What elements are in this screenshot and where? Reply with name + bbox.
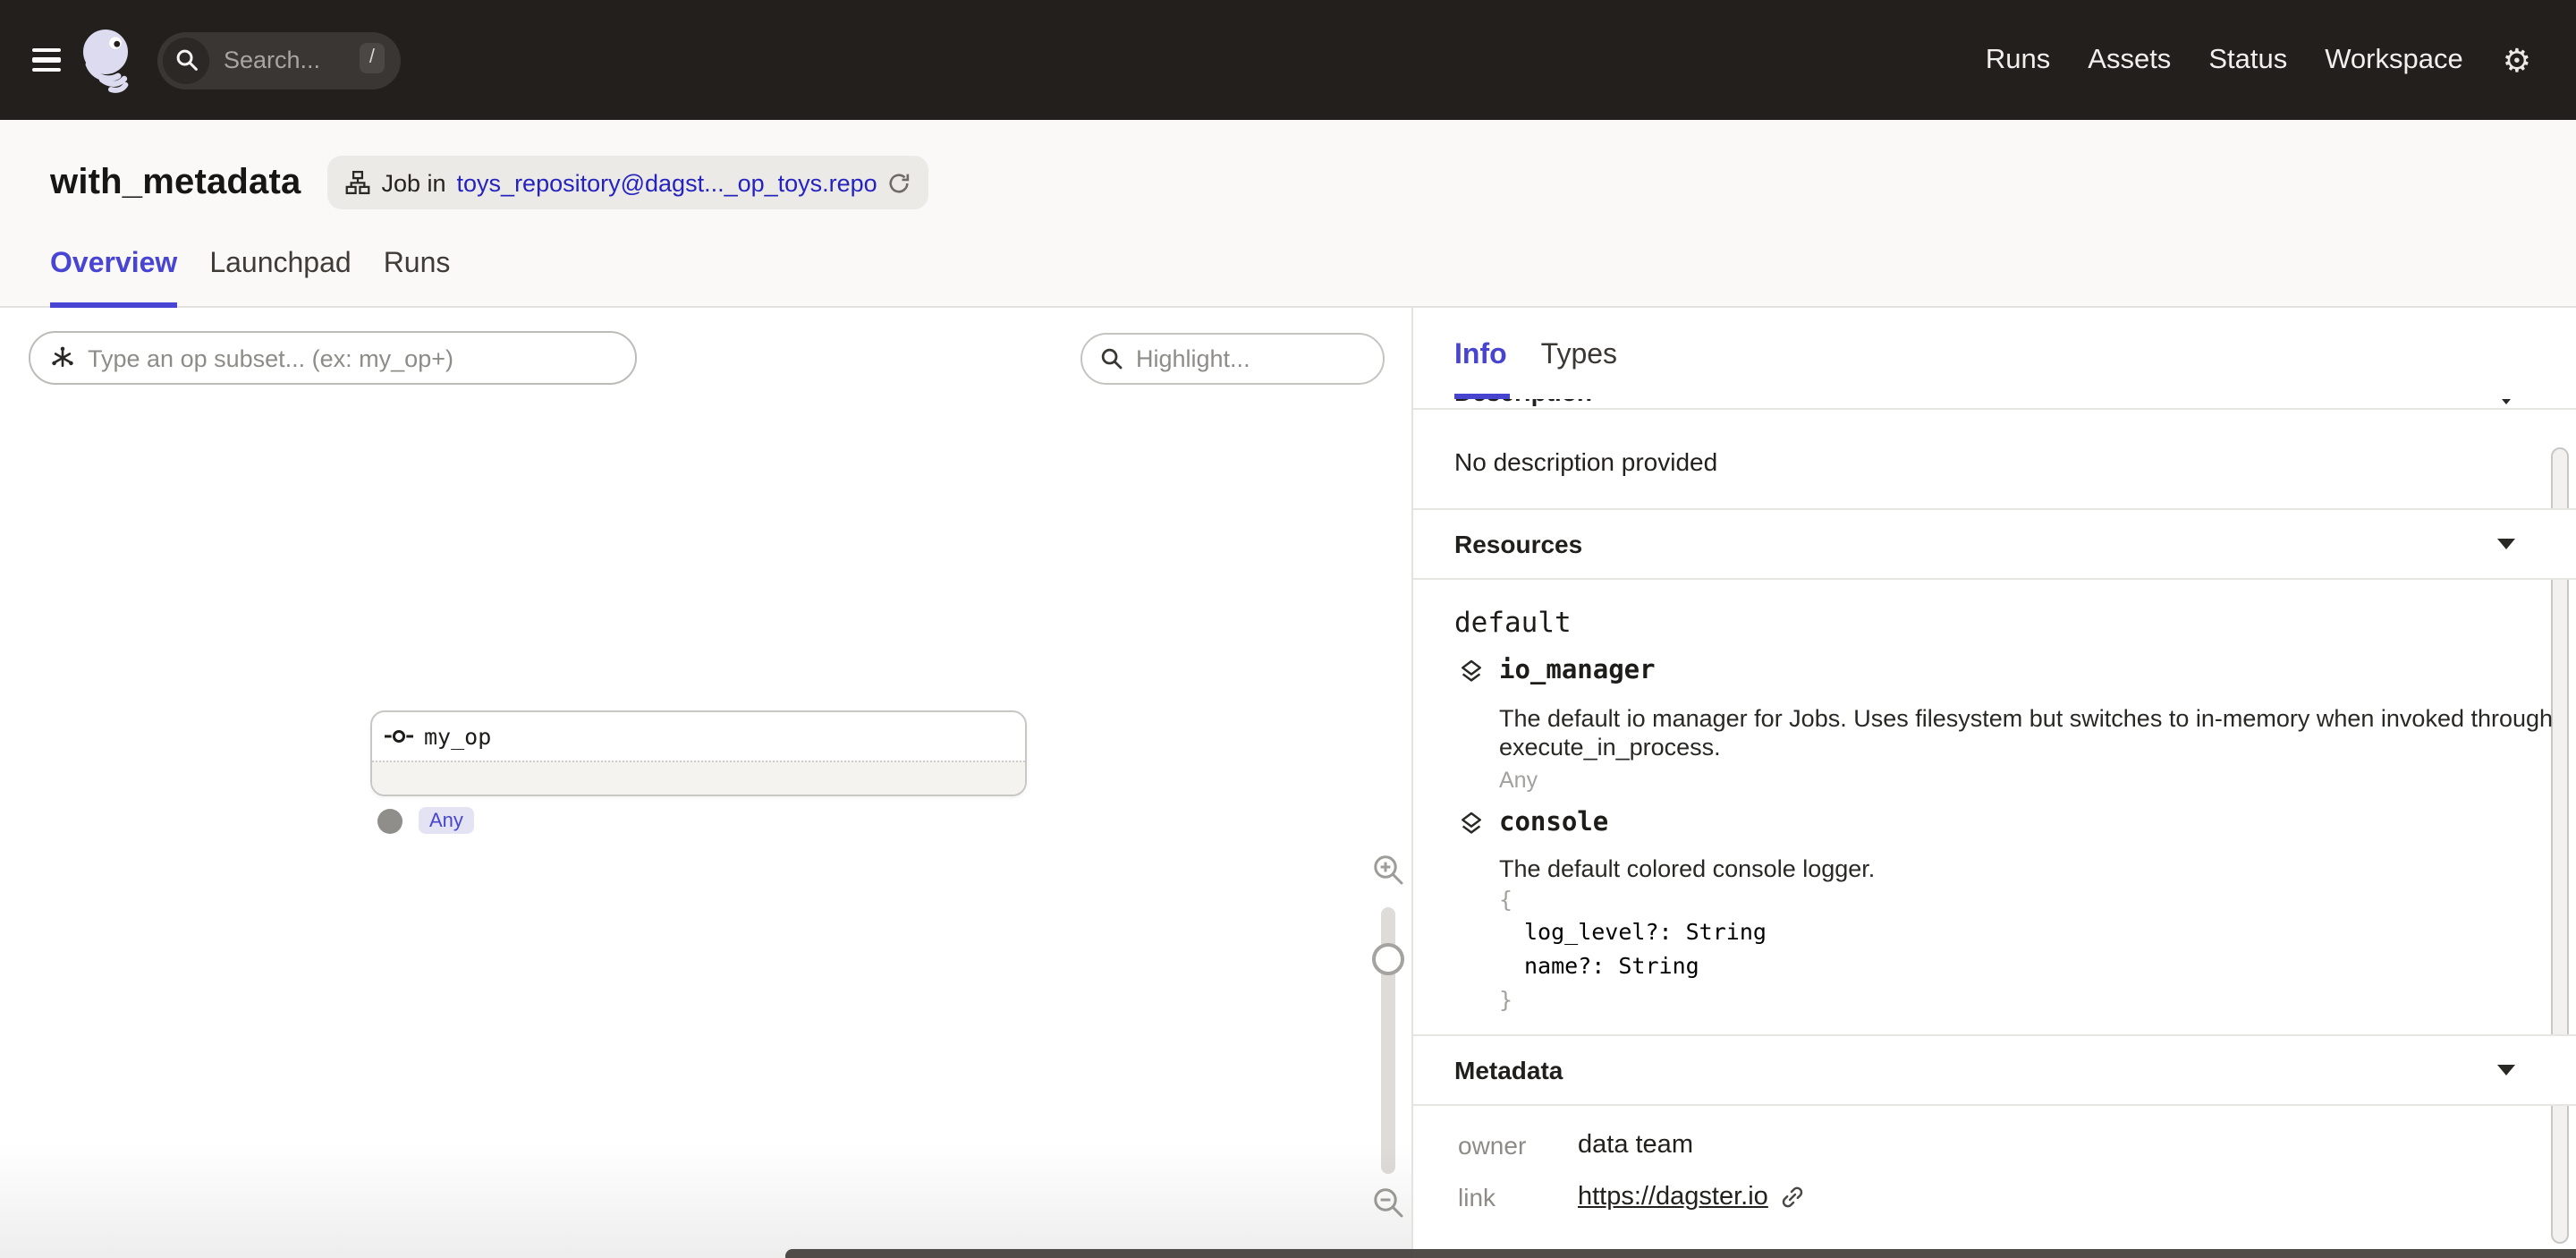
metadata-link-value[interactable]: https://dagster.io	[1578, 1183, 1768, 1211]
resource-group-name: default	[1454, 607, 1572, 639]
metadata-caret-icon[interactable]	[2497, 1065, 2515, 1075]
nav-link-assets[interactable]: Assets	[2088, 44, 2171, 76]
nav-link-workspace[interactable]: Workspace	[2325, 44, 2463, 76]
op-node-output-section	[372, 761, 1025, 795]
config-schema-close-brace: }	[1499, 984, 1513, 1016]
config-field-name[interactable]: name	[1524, 952, 1578, 979]
reload-repository-icon[interactable]	[888, 171, 911, 194]
global-search-input[interactable]: Search... /	[157, 31, 401, 89]
job-badge: Job in toys_repository@dagst..._op_toys.…	[327, 156, 928, 209]
resource-description: The default io manager for Jobs. Uses fi…	[1499, 705, 2576, 762]
zoom-in-icon[interactable]	[1372, 854, 1404, 886]
tab-runs[interactable]: Runs	[384, 249, 451, 306]
config-field-type: : String	[1591, 952, 1699, 979]
op-node-name-row: my_op	[372, 712, 1025, 761]
info-panel-tabs: Info Types	[1413, 308, 2576, 399]
info-panel-content: Description No description provided Reso…	[1413, 399, 2576, 1258]
config-field-log-level: log_level?: String	[1524, 918, 1767, 945]
zoom-slider-thumb[interactable]	[1372, 943, 1404, 975]
nav-link-status[interactable]: Status	[2208, 44, 2287, 76]
op-selector-icon	[50, 345, 75, 370]
description-body: No description provided	[1454, 447, 1717, 476]
tab-overview[interactable]: Overview	[50, 249, 177, 306]
info-tab-underline	[1454, 394, 1511, 399]
highlight-input[interactable]: Highlight...	[1080, 333, 1385, 385]
tab-types[interactable]: Types	[1541, 340, 1617, 372]
nav-link-runs[interactable]: Runs	[1986, 44, 2050, 76]
zoom-out-icon[interactable]	[1372, 1186, 1404, 1219]
search-placeholder: Search...	[224, 47, 320, 73]
job-graph-icon	[345, 170, 370, 195]
tab-info[interactable]: Info	[1454, 340, 1507, 372]
metadata-key: owner	[1458, 1131, 1578, 1160]
resource-layers-icon	[1458, 658, 1485, 684]
op-graph-panel: Type an op subset... (ex: my_op+) Highli…	[0, 308, 1411, 1258]
resources-section-header[interactable]: Resources	[1413, 508, 2576, 580]
resource-type: Any	[1499, 768, 1538, 793]
resources-title: Resources	[1454, 530, 1582, 558]
resource-layers-icon	[1458, 810, 1485, 837]
dagster-logo-icon[interactable]	[80, 26, 134, 94]
navbar-left: Search... /	[0, 26, 401, 94]
bottom-shade	[0, 1143, 1411, 1258]
description-title: Description	[1454, 399, 1592, 406]
dagster-app: Search... / Runs Assets Status Workspace…	[0, 0, 2576, 1258]
resource-name: io_manager	[1499, 657, 1656, 685]
metadata-value: data team	[1578, 1131, 1693, 1160]
op-subset-placeholder: Type an op subset... (ex: my_op+)	[88, 344, 453, 371]
job-badge-prefix: Job in	[381, 169, 445, 196]
repository-link[interactable]: toys_repository@dagst..._op_toys.repo	[457, 169, 877, 196]
top-navbar: Search... / Runs Assets Status Workspace…	[0, 0, 2576, 120]
op-node-my-op[interactable]: my_op	[370, 710, 1027, 796]
sidebar-info-panel: Info Types Description No description pr…	[1411, 308, 2576, 1258]
config-schema-open-brace: {	[1499, 884, 1513, 916]
metadata-row-link: link https://dagster.io	[1458, 1183, 1806, 1211]
settings-gear-icon[interactable]: ⚙	[2503, 44, 2531, 76]
resource-name: console	[1499, 809, 1608, 837]
tab-launchpad[interactable]: Launchpad	[209, 249, 351, 306]
description-section-header[interactable]: Description	[1413, 399, 2576, 410]
title-row: with_metadata Job in toys_repository@dag…	[0, 120, 2576, 209]
op-subset-input[interactable]: Type an op subset... (ex: my_op+)	[29, 331, 637, 385]
main-content: Type an op subset... (ex: my_op+) Highli…	[0, 308, 2576, 1258]
resource-console: console	[1458, 809, 1608, 837]
metadata-title: Metadata	[1454, 1056, 1563, 1084]
menu-icon[interactable]	[32, 48, 61, 72]
external-link-icon[interactable]	[1781, 1185, 1806, 1210]
resource-io-manager: io_manager	[1458, 657, 1656, 685]
highlight-search-icon	[1100, 347, 1123, 370]
search-icon	[163, 37, 209, 83]
search-shortcut-key: /	[360, 43, 385, 73]
output-type-badge[interactable]: Any	[419, 807, 474, 834]
config-field-type: : String	[1659, 918, 1767, 945]
config-field-name[interactable]: log_level	[1524, 918, 1645, 945]
page-title: with_metadata	[50, 162, 301, 203]
metadata-row-owner: owner data team	[1458, 1131, 1693, 1160]
resource-description: The default colored console logger.	[1499, 855, 1875, 884]
metadata-section-header[interactable]: Metadata	[1413, 1034, 2576, 1106]
description-caret-icon[interactable]	[2497, 399, 2515, 404]
screen: Search... / Runs Assets Status Workspace…	[0, 0, 2576, 1258]
highlight-placeholder: Highlight...	[1136, 345, 1250, 372]
metadata-key: link	[1458, 1183, 1578, 1211]
resources-caret-icon[interactable]	[2497, 539, 2515, 549]
op-icon	[385, 728, 413, 744]
config-field-name-row: name?: String	[1524, 952, 1699, 979]
page-header: with_metadata Job in toys_repository@dag…	[0, 120, 2576, 308]
navbar-links: Runs Assets Status Workspace ⚙	[1986, 44, 2576, 76]
output-port-dot	[377, 809, 402, 834]
page-tabs: Overview Launchpad Runs	[50, 249, 450, 306]
op-node-name: my_op	[424, 723, 491, 750]
